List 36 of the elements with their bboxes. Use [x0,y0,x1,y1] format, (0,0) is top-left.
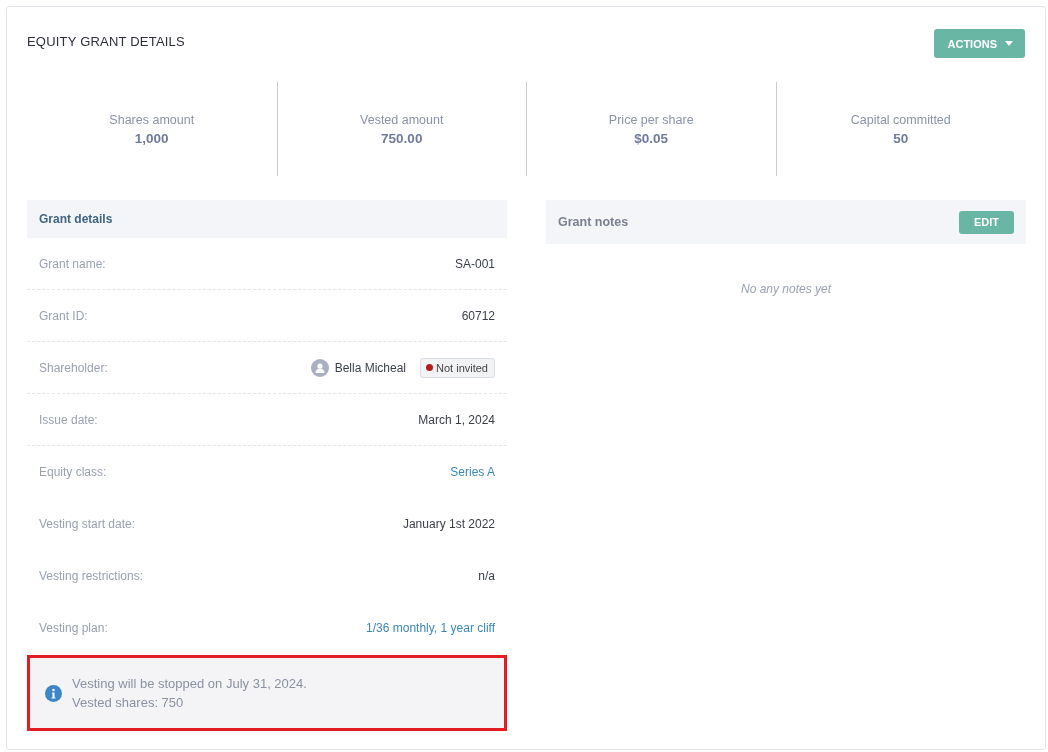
info-icon [45,684,62,702]
stat-value: 750.00 [381,130,423,146]
status-badge: Not invited [420,357,495,378]
field-link[interactable]: 1/36 monthly, 1 year cliff [366,620,495,635]
field-label: Equity class: [39,464,107,479]
stat-label: Price per share [608,112,694,127]
field-label: Grant ID: [39,308,88,323]
stat-value: $0.05 [634,130,669,146]
field-link[interactable]: Series A [450,464,495,479]
field-value: SA-001 [454,256,495,271]
stat-label: Capital committed [850,112,951,127]
notice-text: Vested shares: 750 [72,695,185,710]
field-value: January 1st 2022 [402,516,495,531]
page-title: EQUITY GRANT DETAILS [27,34,185,49]
empty-notes-text: No any notes yet [739,282,833,296]
field-value: 60712 [461,308,495,323]
stat-value: 50 [893,130,909,146]
actions-button[interactable]: ACTIONS [933,29,1025,58]
avatar-icon [310,358,329,377]
stat-label: Vested amount [360,112,444,127]
panel-title: Grant notes [558,215,629,229]
field-label: Shareholder: [39,360,108,375]
notice-text: Vesting will be stopped on July 31, 2024. [72,676,307,691]
shareholder-name: Bella Micheal [334,360,406,375]
field-value: n/a [478,568,495,583]
stat-label: Shares amount [109,112,195,127]
field-label: Grant name: [39,256,106,271]
field-label: Vesting restrictions: [39,568,144,583]
caret-icon [1005,41,1013,46]
stat-value: 1,000 [134,130,169,146]
field-label: Vesting plan: [39,620,108,635]
field-label: Vesting start date: [39,516,136,531]
panel-title: Grant details [39,212,113,226]
field-value: March 1, 2024 [418,412,495,427]
edit-button[interactable]: EDIT [958,210,1014,234]
field-label: Issue date: [39,412,98,427]
